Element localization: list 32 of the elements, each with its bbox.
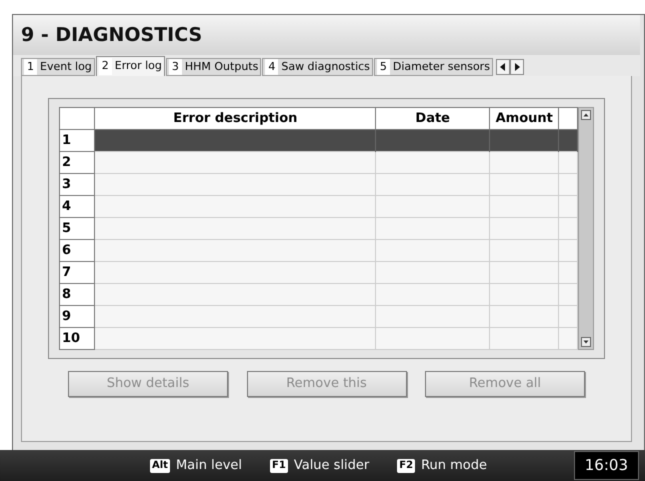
tab[interactable]: 1 Event log bbox=[21, 58, 95, 76]
shortcut-label: Run mode bbox=[421, 456, 488, 475]
tab[interactable]: 4 Saw diagnostics bbox=[262, 58, 373, 76]
scroll-up-icon[interactable] bbox=[581, 110, 592, 120]
row-number: 5 bbox=[60, 218, 95, 240]
tab[interactable]: 5 Diameter sensors bbox=[374, 58, 493, 76]
column-header: Date bbox=[376, 108, 490, 130]
tab[interactable]: 2 Error log bbox=[96, 56, 165, 76]
column-header: Error description bbox=[94, 108, 376, 130]
row-number: 6 bbox=[60, 240, 95, 262]
scroll-down-icon[interactable] bbox=[581, 337, 592, 347]
row-number: 1 bbox=[60, 130, 95, 152]
column-header: Amount bbox=[490, 108, 559, 130]
key-badge: F2 bbox=[397, 458, 416, 472]
row-number: 7 bbox=[60, 262, 95, 284]
scroll-right-icon[interactable] bbox=[510, 59, 524, 75]
row-number: 9 bbox=[60, 306, 95, 328]
row-number: 3 bbox=[60, 174, 95, 196]
key-badge: Alt bbox=[150, 458, 170, 472]
row-number: 2 bbox=[60, 152, 95, 174]
shortcut-label: Main level bbox=[176, 456, 242, 475]
table-row[interactable]: 1 bbox=[60, 130, 578, 152]
scrollbar[interactable] bbox=[578, 107, 594, 350]
tab[interactable]: 3 HHM Outputs bbox=[166, 58, 262, 76]
row-number: 10 bbox=[60, 328, 95, 350]
window-title: 9 - DIAGNOSTICS bbox=[21, 22, 202, 48]
clock-time: 16:03 bbox=[574, 451, 639, 480]
scroll-left-icon[interactable] bbox=[496, 59, 510, 75]
row-number: 4 bbox=[60, 196, 95, 218]
key-badge: F1 bbox=[270, 458, 288, 472]
shortcut-label: Value slider bbox=[294, 456, 370, 475]
row-number: 8 bbox=[60, 284, 95, 306]
